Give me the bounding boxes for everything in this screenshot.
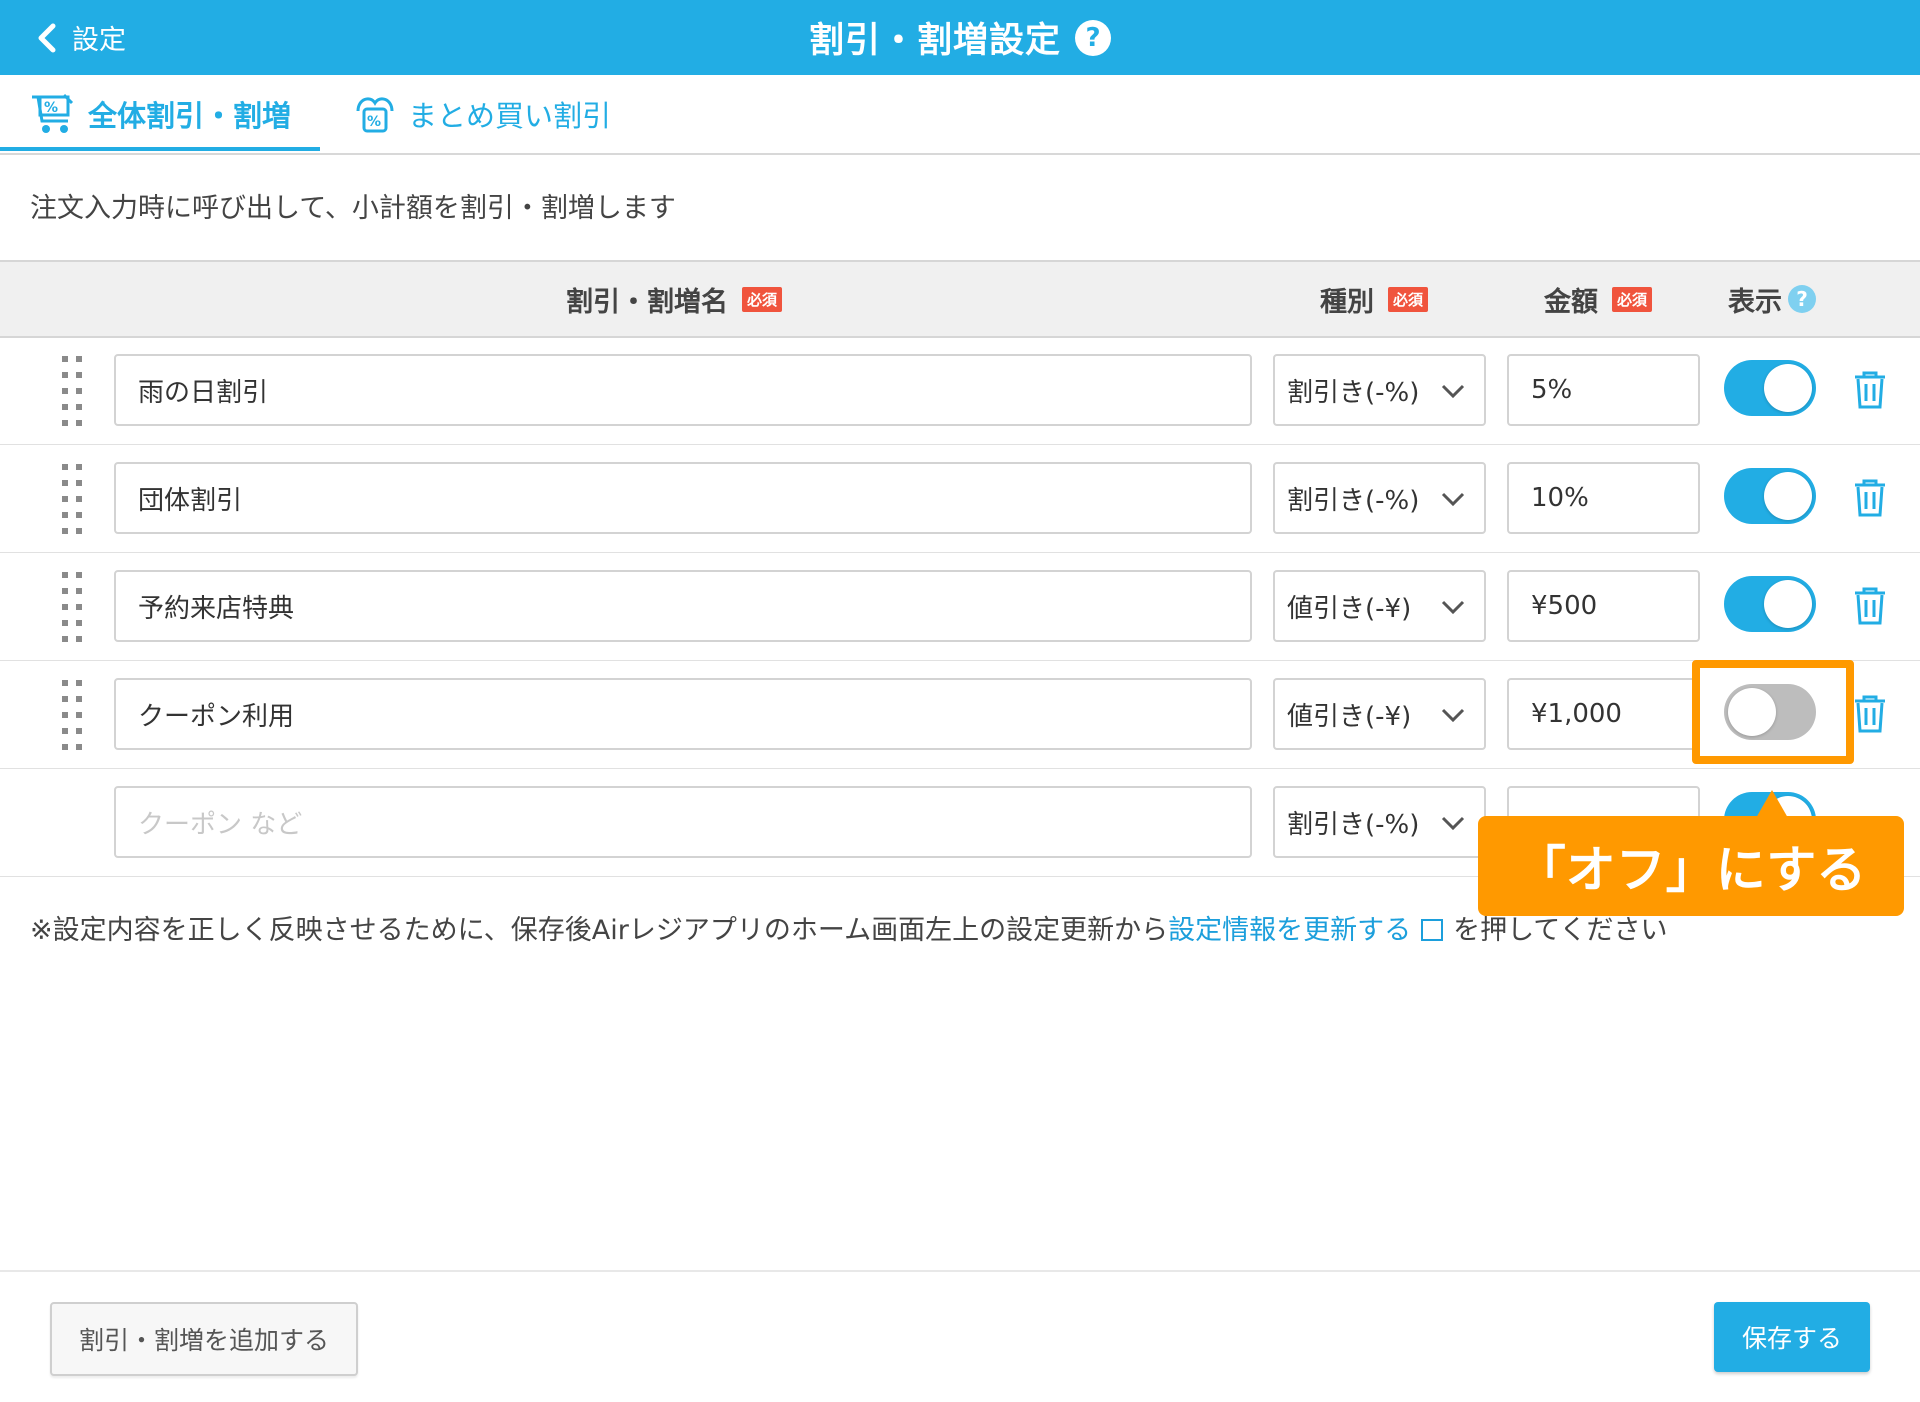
chevron-down-icon	[1441, 708, 1465, 723]
discount-name-input[interactable]: クーポン利用	[114, 678, 1252, 750]
display-toggle[interactable]	[1724, 360, 1816, 416]
add-discount-button[interactable]: 割引・割増を追加する	[50, 1302, 358, 1376]
table-row: 雨の日割引 割引き(-%) 5%	[0, 336, 1920, 445]
discount-type-value: 値引き(-¥)	[1287, 701, 1412, 732]
svg-text:%: %	[44, 100, 58, 116]
column-type-header: 種別 必須	[1320, 262, 1429, 336]
discount-amount-input[interactable]: ¥500	[1507, 570, 1700, 642]
discount-name-input[interactable]: 雨の日割引	[114, 354, 1252, 426]
discount-type-value: 割引き(-%)	[1287, 809, 1420, 840]
highlight-frame	[1692, 660, 1854, 764]
chevron-down-icon	[1441, 600, 1465, 615]
discount-type-value: 値引き(-¥)	[1287, 593, 1412, 624]
discount-name-input[interactable]: 予約来店特典	[114, 570, 1252, 642]
callout-arrow	[1756, 790, 1788, 818]
trash-icon[interactable]	[1852, 694, 1888, 734]
footer-bar: 割引・割増を追加する 保存する	[0, 1270, 1920, 1402]
column-name-header: 割引・割増名 必須	[566, 262, 783, 336]
chevron-down-icon	[1441, 492, 1465, 507]
page-description: 注文入力時に呼び出して、小計額を割引・割増します	[30, 193, 676, 224]
discount-type-value: 割引き(-%)	[1287, 485, 1420, 516]
discount-type-select[interactable]: 値引き(-¥)	[1273, 570, 1486, 642]
drag-handle-icon[interactable]	[62, 680, 84, 750]
active-tab-indicator	[0, 147, 320, 151]
hand-percent-icon: %	[356, 97, 394, 133]
discount-type-select[interactable]: 割引き(-%)	[1273, 462, 1486, 534]
column-amount-header: 金額 必須	[1544, 262, 1653, 336]
discount-type-select[interactable]: 値引き(-¥)	[1273, 678, 1486, 750]
table-row: クーポン利用 値引き(-¥) ¥1,000	[0, 660, 1920, 769]
trash-icon[interactable]	[1852, 478, 1888, 518]
required-badge: 必須	[1388, 286, 1429, 312]
svg-text:%: %	[367, 114, 381, 130]
chevron-down-icon	[1441, 384, 1465, 399]
tab-bar: % 全体割引・割増 % まとめ買い割引	[0, 75, 1920, 155]
chevron-down-icon	[1441, 816, 1465, 831]
update-settings-link[interactable]: 設定情報を更新する	[1168, 915, 1411, 946]
note-suffix: を押してください	[1453, 915, 1668, 946]
discount-amount-input[interactable]: ¥1,000	[1507, 678, 1700, 750]
discount-type-value: 割引き(-%)	[1287, 377, 1420, 408]
note-prefix: ※設定内容を正しく反映させるために、保存後Airレジアプリのホーム画面左上の設定…	[30, 915, 1169, 946]
table-row: 予約来店特典 値引き(-¥) ¥500	[0, 552, 1920, 661]
tab-label: 全体割引・割増	[88, 99, 292, 133]
tab-bulk-discount[interactable]: % まとめ買い割引	[354, 75, 611, 153]
save-button[interactable]: 保存する	[1714, 1302, 1870, 1372]
new-discount-type-select[interactable]: 割引き(-%)	[1273, 786, 1486, 858]
column-name-label: 割引・割増名	[566, 286, 728, 318]
discount-amount-input[interactable]: 10%	[1507, 462, 1700, 534]
discount-amount-input[interactable]: 5%	[1507, 354, 1700, 426]
page-title: 割引・割増設定 ?	[0, 0, 1920, 75]
help-icon[interactable]: ?	[1075, 19, 1111, 56]
trash-icon[interactable]	[1852, 586, 1888, 626]
instruction-callout: 「オフ」にする	[1478, 816, 1904, 916]
drag-handle-icon[interactable]	[62, 356, 84, 426]
display-toggle[interactable]	[1724, 576, 1816, 632]
discount-name-input[interactable]: 団体割引	[114, 462, 1252, 534]
drag-handle-icon[interactable]	[62, 464, 84, 534]
column-display-header: 表示 ?	[1728, 262, 1816, 336]
drag-handle-icon[interactable]	[62, 572, 84, 642]
new-discount-name-input[interactable]: クーポン など	[114, 786, 1252, 858]
tab-overall-discount[interactable]: % 全体割引・割増	[30, 75, 291, 153]
column-type-label: 種別	[1320, 286, 1374, 318]
required-badge: 必須	[742, 286, 783, 312]
cart-percent-icon: %	[32, 93, 74, 133]
update-note: ※設定内容を正しく反映させるために、保存後Airレジアプリのホーム画面左上の設定…	[30, 908, 1667, 947]
trash-icon[interactable]	[1852, 370, 1888, 410]
table-row: 団体割引 割引き(-%) 10%	[0, 444, 1920, 553]
column-amount-label: 金額	[1544, 286, 1598, 318]
tab-label: まとめ買い割引	[408, 99, 612, 133]
app-header: 設定 割引・割増設定 ?	[0, 0, 1920, 75]
column-display-label: 表示	[1728, 286, 1782, 318]
page-title-text: 割引・割増設定	[808, 21, 1061, 61]
table-header: 割引・割増名 必須 種別 必須 金額 必須 表示 ?	[0, 260, 1920, 338]
required-badge: 必須	[1612, 286, 1653, 312]
help-icon[interactable]: ?	[1788, 285, 1816, 313]
external-link-icon	[1421, 919, 1444, 941]
discount-type-select[interactable]: 割引き(-%)	[1273, 354, 1486, 426]
display-toggle[interactable]	[1724, 468, 1816, 524]
